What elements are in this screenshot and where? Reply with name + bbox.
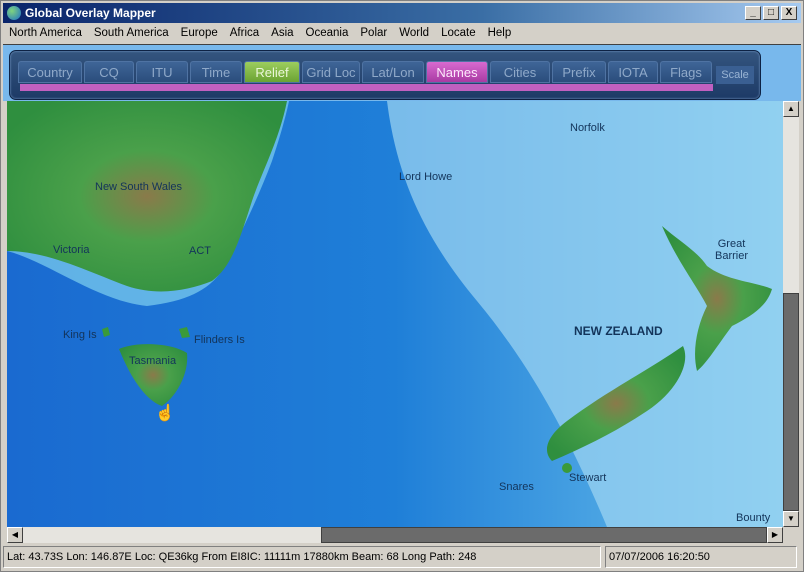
tab-relief[interactable]: Relief <box>244 61 300 83</box>
label-new-zealand: NEW ZEALAND <box>574 324 663 338</box>
label-tasmania: Tasmania <box>129 355 177 367</box>
tab-itu[interactable]: ITU <box>136 61 188 83</box>
label-flinders-island: Flinders Is <box>194 334 245 346</box>
title-bar: Global Overlay Mapper _ □ X <box>3 3 801 23</box>
status-bar: Lat: 43.73S Lon: 146.87E Loc: QE36kg Fro… <box>3 546 797 568</box>
menu-help[interactable]: Help <box>482 27 518 39</box>
tab-country[interactable]: Country <box>18 61 82 83</box>
menu-asia[interactable]: Asia <box>265 27 299 39</box>
label-stewart: Stewart <box>569 472 607 484</box>
globe-app-icon <box>7 6 21 20</box>
menu-africa[interactable]: Africa <box>224 27 265 39</box>
active-overlay-bar <box>20 84 713 91</box>
menu-oceania[interactable]: Oceania <box>300 27 355 39</box>
tab-prefix[interactable]: Prefix <box>552 61 606 83</box>
scroll-up-icon[interactable]: ▲ <box>783 101 799 117</box>
menu-bar: North America South America Europe Afric… <box>3 23 517 43</box>
horizontal-scrollbar[interactable]: ◀ ▶ <box>7 527 783 543</box>
scroll-right-icon[interactable]: ▶ <box>767 527 783 543</box>
close-button[interactable]: X <box>781 6 797 20</box>
vertical-scrollbar[interactable]: ▲ ▼ <box>783 101 799 527</box>
menu-world[interactable]: World <box>393 27 435 39</box>
menu-south-america[interactable]: South America <box>88 27 175 39</box>
maximize-button[interactable]: □ <box>763 6 779 20</box>
horizontal-scroll-thumb[interactable] <box>321 527 767 543</box>
map-graphic <box>7 101 783 527</box>
tab-time[interactable]: Time <box>190 61 242 83</box>
minimize-button[interactable]: _ <box>745 6 761 20</box>
tab-cq[interactable]: CQ <box>84 61 134 83</box>
status-position-info: Lat: 43.73S Lon: 146.87E Loc: QE36kg Fro… <box>3 546 601 568</box>
label-norfolk: Norfolk <box>570 122 605 134</box>
tab-iota[interactable]: IOTA <box>608 61 658 83</box>
menu-polar[interactable]: Polar <box>354 27 393 39</box>
vertical-scroll-thumb[interactable] <box>783 293 799 511</box>
menu-europe[interactable]: Europe <box>175 27 224 39</box>
label-great-barrier: Great Barrier <box>715 238 749 262</box>
scroll-left-icon[interactable]: ◀ <box>7 527 23 543</box>
hand-cursor-icon: ☝ <box>155 405 175 422</box>
label-lord-howe: Lord Howe <box>399 171 453 183</box>
menu-locate[interactable]: Locate <box>435 27 482 39</box>
tab-cities[interactable]: Cities <box>490 61 550 83</box>
label-act: ACT <box>189 245 211 257</box>
toolbar-area: Country CQ ITU Time Relief Grid Loc Lat/… <box>3 44 801 101</box>
label-victoria: Victoria <box>53 244 90 256</box>
tab-names[interactable]: Names <box>426 61 488 83</box>
label-bounty: Bounty <box>736 512 771 524</box>
status-datetime: 07/07/2006 16:20:50 <box>605 546 797 568</box>
label-king-island: King Is <box>63 329 97 341</box>
tab-flags[interactable]: Flags <box>660 61 712 83</box>
menu-north-america[interactable]: North America <box>3 27 88 39</box>
tab-lat-lon[interactable]: Lat/Lon <box>362 61 424 83</box>
label-nsw: New South Wales <box>95 181 183 193</box>
scale-button[interactable]: Scale <box>716 66 754 84</box>
tab-grid-loc[interactable]: Grid Loc <box>302 61 360 83</box>
label-snares: Snares <box>499 481 534 493</box>
overlay-panel: Country CQ ITU Time Relief Grid Loc Lat/… <box>9 50 761 100</box>
relief-map[interactable]: Norfolk New South Wales Lord Howe Victor… <box>7 101 783 527</box>
window-title: Global Overlay Mapper <box>25 6 156 20</box>
scroll-down-icon[interactable]: ▼ <box>783 511 799 527</box>
